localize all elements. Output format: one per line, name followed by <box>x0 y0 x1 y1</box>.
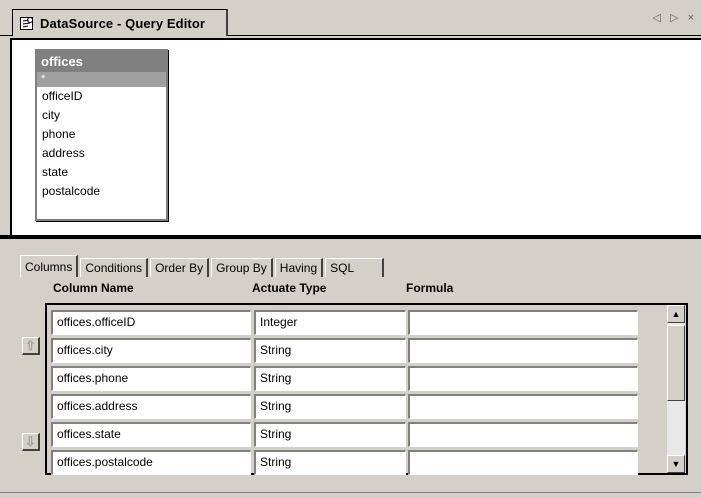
editor-title-bar: DataSource - Query Editor ◁ ▷ × <box>0 0 701 36</box>
tab-group-by[interactable]: Group By <box>211 258 273 277</box>
grid-vertical-scrollbar[interactable]: ▲ ▼ <box>667 305 685 473</box>
bottom-border <box>0 492 701 498</box>
formula-cell[interactable] <box>408 310 638 335</box>
tab-having[interactable]: Having <box>274 258 324 277</box>
column-name-cell[interactable]: offices.postalcode <box>51 450 251 475</box>
tab-scroll-arrows[interactable]: ◁ ▷ × <box>653 11 697 24</box>
scroll-up-button[interactable]: ▲ <box>667 305 685 323</box>
formula-cell[interactable] <box>408 450 638 475</box>
table-box-offices[interactable]: offices * officeID city phone address st… <box>35 49 168 221</box>
actuate-type-cell[interactable]: String <box>254 394 406 419</box>
actuate-type-cell[interactable]: String <box>254 366 406 391</box>
arrow-up-icon: ⇧ <box>25 338 36 353</box>
field-item[interactable]: state <box>37 163 166 182</box>
tab-order-by[interactable]: Order By <box>150 258 210 277</box>
field-item[interactable]: address <box>37 144 166 163</box>
column-name-cell[interactable]: offices.city <box>51 338 251 363</box>
actuate-type-cell[interactable]: Integer <box>254 310 406 335</box>
field-item[interactable]: phone <box>37 125 166 144</box>
header-formula: Formula <box>406 281 454 295</box>
actuate-type-cell[interactable]: String <box>254 422 406 447</box>
actuate-type-cell[interactable]: String <box>254 338 406 363</box>
field-item[interactable]: officeID <box>37 87 166 106</box>
header-actuate-type: Actuate Type <box>252 281 327 295</box>
tab-conditions[interactable]: Conditions <box>80 258 149 277</box>
query-document-icon <box>20 17 33 30</box>
columns-grid: offices.officeID Integer offices.city St… <box>45 303 688 475</box>
query-diagram-pane: offices * officeID city phone address st… <box>10 38 701 235</box>
field-item[interactable]: postalcode <box>37 182 166 201</box>
header-column-name: Column Name <box>53 281 134 295</box>
arrow-down-icon: ⇩ <box>25 434 36 449</box>
formula-cell[interactable] <box>408 338 638 363</box>
column-name-cell[interactable]: offices.address <box>51 394 251 419</box>
column-name-cell[interactable]: offices.state <box>51 422 251 447</box>
field-all-columns[interactable]: * <box>37 72 166 87</box>
field-item[interactable]: city <box>37 106 166 125</box>
column-name-cell[interactable]: offices.phone <box>51 366 251 391</box>
scrollbar-thumb[interactable] <box>667 325 685 401</box>
tab-sql[interactable]: SQL <box>325 258 385 277</box>
window-title: DataSource - Query Editor <box>40 15 206 31</box>
tab-columns[interactable]: Columns <box>20 255 79 277</box>
scroll-up-arrow-icon: ▲ <box>671 309 681 319</box>
actuate-type-cell[interactable]: String <box>254 450 406 475</box>
formula-cell[interactable] <box>408 366 638 391</box>
move-up-button[interactable]: ⇧ <box>22 337 40 355</box>
formula-cell[interactable] <box>408 394 638 419</box>
scroll-down-button[interactable]: ▼ <box>667 455 685 473</box>
move-down-button[interactable]: ⇩ <box>22 433 40 451</box>
scroll-down-arrow-icon: ▼ <box>671 459 681 469</box>
table-box-title[interactable]: offices <box>37 51 166 72</box>
query-tabs: Columns Conditions Order By Group By Hav… <box>20 255 386 277</box>
editor-tab[interactable]: DataSource - Query Editor <box>12 9 228 36</box>
pane-splitter[interactable] <box>0 235 701 239</box>
column-name-cell[interactable]: offices.officeID <box>51 310 251 335</box>
formula-cell[interactable] <box>408 422 638 447</box>
